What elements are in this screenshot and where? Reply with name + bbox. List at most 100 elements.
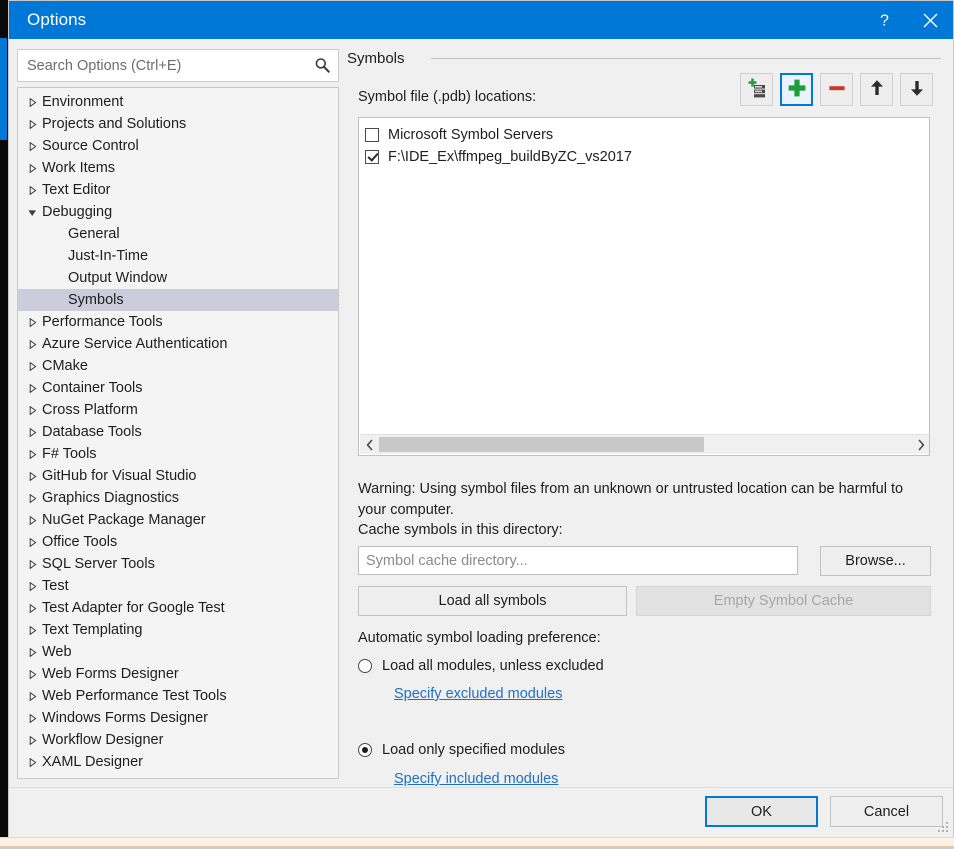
tree-item-debugging[interactable]: Debugging xyxy=(18,201,338,223)
triangle-right-icon[interactable] xyxy=(22,119,42,129)
tree-item-label: Office Tools xyxy=(42,534,118,550)
triangle-right-icon[interactable] xyxy=(22,647,42,657)
triangle-right-icon[interactable] xyxy=(22,691,42,701)
tree-item-text-templating[interactable]: Text Templating xyxy=(18,619,338,641)
cancel-button[interactable]: Cancel xyxy=(830,796,943,827)
search-options-box[interactable] xyxy=(17,49,339,82)
tree-item-projects-and-solutions[interactable]: Projects and Solutions xyxy=(18,113,338,135)
tree-item-general[interactable]: General xyxy=(18,223,338,245)
triangle-right-icon[interactable] xyxy=(22,713,42,723)
triangle-right-icon[interactable] xyxy=(22,383,42,393)
tree-item-label: Web Forms Designer xyxy=(42,666,179,682)
specify-included-modules-link[interactable]: Specify included modules xyxy=(394,771,558,787)
triangle-right-icon[interactable] xyxy=(22,163,42,173)
browse-button[interactable]: Browse... xyxy=(820,546,931,576)
tree-item-container-tools[interactable]: Container Tools xyxy=(18,377,338,399)
tree-item-office-tools[interactable]: Office Tools xyxy=(18,531,338,553)
tree-item-label: General xyxy=(68,226,120,242)
triangle-right-icon[interactable] xyxy=(22,625,42,635)
tree-item-azure-service-authentication[interactable]: Azure Service Authentication xyxy=(18,333,338,355)
tree-item-cmake[interactable]: CMake xyxy=(18,355,338,377)
triangle-right-icon[interactable] xyxy=(22,515,42,525)
tree-item-sql-server-tools[interactable]: SQL Server Tools xyxy=(18,553,338,575)
search-input[interactable] xyxy=(18,50,307,81)
horizontal-scrollbar[interactable] xyxy=(360,434,929,454)
add-location-button[interactable] xyxy=(780,73,813,106)
triangle-right-icon[interactable] xyxy=(22,471,42,481)
triangle-right-icon[interactable] xyxy=(22,405,42,415)
resize-grip[interactable] xyxy=(936,820,950,834)
tree-item-nuget-package-manager[interactable]: NuGet Package Manager xyxy=(18,509,338,531)
triangle-right-icon[interactable] xyxy=(22,493,42,503)
panel-header-rule xyxy=(430,57,941,59)
scrollbar-track[interactable] xyxy=(379,435,911,454)
tree-item-cross-platform[interactable]: Cross Platform xyxy=(18,399,338,421)
tree-item-just-in-time[interactable]: Just-In-Time xyxy=(18,245,338,267)
load-all-symbols-button[interactable]: Load all symbols xyxy=(358,586,627,616)
radio-load-only-specified[interactable]: Load only specified modules xyxy=(358,742,565,758)
symbol-locations-listbox[interactable]: Microsoft Symbol Servers F:\IDE_Ex\ffmpeg… xyxy=(358,117,930,456)
options-category-tree[interactable]: Environment Projects and Solutions Source … xyxy=(17,87,339,779)
tree-item-test[interactable]: Test xyxy=(18,575,338,597)
tree-item-performance-tools[interactable]: Performance Tools xyxy=(18,311,338,333)
cache-directory-input[interactable] xyxy=(358,546,798,575)
triangle-right-icon[interactable] xyxy=(22,559,42,569)
triangle-right-icon[interactable] xyxy=(22,603,42,613)
checkbox-icon[interactable] xyxy=(365,150,379,164)
triangle-right-icon[interactable] xyxy=(22,317,42,327)
tree-item-graphics-diagnostics[interactable]: Graphics Diagnostics xyxy=(18,487,338,509)
tree-item-environment[interactable]: Environment xyxy=(18,91,338,113)
tree-item-f-tools[interactable]: F# Tools xyxy=(18,443,338,465)
remove-location-button[interactable] xyxy=(820,73,853,106)
specify-included-modules-row: Specify included modules xyxy=(394,771,558,787)
tree-item-xaml-designer[interactable]: XAML Designer xyxy=(18,751,338,773)
close-button[interactable] xyxy=(907,1,953,39)
tree-item-text-editor[interactable]: Text Editor xyxy=(18,179,338,201)
tree-item-test-adapter-for-google-test[interactable]: Test Adapter for Google Test xyxy=(18,597,338,619)
tree-item-web-performance-test-tools[interactable]: Web Performance Test Tools xyxy=(18,685,338,707)
tree-item-web[interactable]: Web xyxy=(18,641,338,663)
tree-item-database-tools[interactable]: Database Tools xyxy=(18,421,338,443)
specify-excluded-modules-link[interactable]: Specify excluded modules xyxy=(394,686,562,702)
triangle-right-icon[interactable] xyxy=(22,361,42,371)
symbol-warning-text: Warning: Using symbol files from an unkn… xyxy=(358,481,904,518)
tree-item-web-forms-designer[interactable]: Web Forms Designer xyxy=(18,663,338,685)
move-down-button[interactable] xyxy=(900,73,933,106)
triangle-right-icon[interactable] xyxy=(22,97,42,107)
chevron-right-icon[interactable] xyxy=(911,435,929,454)
tree-item-output-window[interactable]: Output Window xyxy=(18,267,338,289)
symbol-location-row[interactable]: F:\IDE_Ex\ffmpeg_buildByZC_vs2017 xyxy=(365,146,929,168)
tree-item-windows-forms-designer[interactable]: Windows Forms Designer xyxy=(18,707,338,729)
triangle-right-icon[interactable] xyxy=(22,339,42,349)
triangle-down-icon[interactable] xyxy=(22,208,42,217)
tree-item-github-for-visual-studio[interactable]: GitHub for Visual Studio xyxy=(18,465,338,487)
triangle-right-icon[interactable] xyxy=(22,581,42,591)
help-button[interactable]: ? xyxy=(861,1,907,39)
tree-item-symbols[interactable]: Symbols xyxy=(18,289,338,311)
tree-item-label: CMake xyxy=(42,358,88,374)
chevron-left-icon[interactable] xyxy=(360,435,379,454)
radio-indicator-load-all[interactable] xyxy=(358,659,372,673)
symbol-location-row[interactable]: Microsoft Symbol Servers xyxy=(365,124,929,146)
triangle-right-icon[interactable] xyxy=(22,735,42,745)
tree-item-source-control[interactable]: Source Control xyxy=(18,135,338,157)
new-symbol-server-button[interactable] xyxy=(740,73,773,106)
tree-item-label: Web xyxy=(42,644,72,660)
move-up-button[interactable] xyxy=(860,73,893,106)
tree-item-workflow-designer[interactable]: Workflow Designer xyxy=(18,729,338,751)
ok-button[interactable]: OK xyxy=(705,796,818,827)
scrollbar-thumb[interactable] xyxy=(379,437,704,452)
radio-load-all-modules[interactable]: Load all modules, unless excluded xyxy=(358,658,604,674)
tree-item-work-items[interactable]: Work Items xyxy=(18,157,338,179)
triangle-right-icon[interactable] xyxy=(22,141,42,151)
triangle-right-icon[interactable] xyxy=(22,185,42,195)
checkbox-icon[interactable] xyxy=(365,128,379,142)
triangle-right-icon[interactable] xyxy=(22,449,42,459)
triangle-right-icon[interactable] xyxy=(22,757,42,767)
search-icon[interactable] xyxy=(307,57,337,74)
triangle-right-icon[interactable] xyxy=(22,669,42,679)
triangle-right-icon[interactable] xyxy=(22,537,42,547)
radio-indicator-load-specified[interactable] xyxy=(358,743,372,757)
tree-item-label: GitHub for Visual Studio xyxy=(42,468,197,484)
triangle-right-icon[interactable] xyxy=(22,427,42,437)
